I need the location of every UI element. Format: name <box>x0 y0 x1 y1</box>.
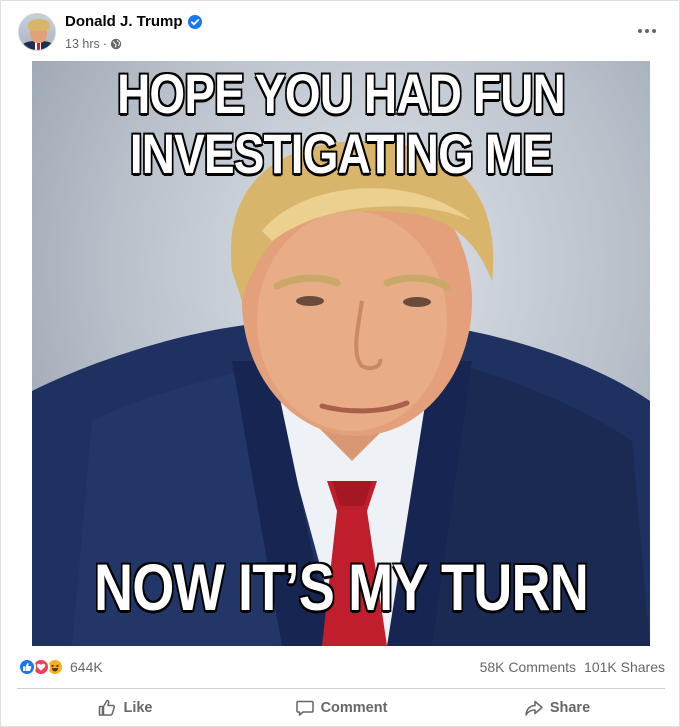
like-reaction-icon <box>18 658 36 676</box>
shares-count[interactable]: 101K Shares <box>584 659 665 675</box>
caption-top-line2: INVESTIGATING ME <box>129 122 554 186</box>
comments-count[interactable]: 58K Comments <box>480 659 576 675</box>
share-label: Share <box>549 700 591 716</box>
facebook-post: Donald J. Trump 13 hrs · HOPE YOU HAD FU… <box>0 0 680 727</box>
comment-bubble-icon <box>295 700 314 716</box>
author-name[interactable]: Donald J. Trump <box>65 13 183 30</box>
caption-top-line1: HOPE YOU HAD FUN <box>116 62 566 126</box>
comment-label: Comment <box>320 700 388 716</box>
post-header: Donald J. Trump 13 hrs · <box>1 1 680 61</box>
meta-separator: · <box>102 37 107 51</box>
globe-icon[interactable] <box>110 38 122 50</box>
post-stats: 644K 58K Comments 101K Shares <box>1 646 680 688</box>
post-meta: 13 hrs · <box>65 37 122 51</box>
like-button[interactable]: Like <box>17 689 233 727</box>
comment-button[interactable]: Comment <box>233 689 449 727</box>
like-label: Like <box>123 700 153 716</box>
more-options-icon[interactable] <box>635 21 659 41</box>
post-image[interactable]: HOPE YOU HAD FUN INVESTIGATING ME NOW IT… <box>32 61 650 646</box>
reactions-summary[interactable]: 644K <box>18 658 103 676</box>
share-arrow-icon <box>525 700 543 716</box>
caption-bottom: NOW IT’S MY TURN <box>93 549 589 625</box>
reaction-count[interactable]: 644K <box>70 659 103 675</box>
post-timestamp[interactable]: 13 hrs <box>65 37 100 51</box>
author-row: Donald J. Trump <box>65 13 202 30</box>
verified-badge-icon <box>187 14 202 29</box>
author-avatar[interactable] <box>18 13 56 51</box>
post-actions: Like Comment Share <box>17 689 665 727</box>
thumbs-up-icon <box>99 699 116 716</box>
engagement-counts: 58K Comments 101K Shares <box>480 659 665 675</box>
share-button[interactable]: Share <box>449 689 665 727</box>
